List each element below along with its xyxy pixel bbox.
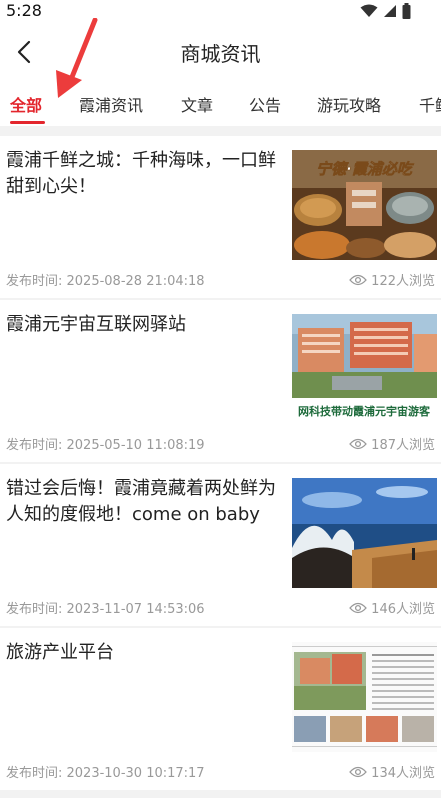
view-count: 187人浏览 [349,434,435,453]
publish-time: 发布时间: 2023-11-07 14:53:06 [6,602,205,617]
article-thumbnail [292,478,437,588]
article-thumbnail: 网科技带动霞浦元宇宙游客 [292,314,437,424]
eye-icon [349,438,368,449]
eye-icon [349,274,368,285]
category-tabs: 全部 霞浦资讯 文章 公告 游玩攻略 千鲜 [0,82,441,126]
article-title: 霞浦元宇宙互联网驿站 [6,314,186,335]
tab-all[interactable]: 全部 [10,92,42,116]
view-count: 134人浏览 [349,762,435,781]
article-thumbnail: 宁德·霞浦必吃 [292,150,437,260]
view-count-text: 122人浏览 [371,274,435,289]
wifi-icon [360,4,378,17]
status-icons [360,3,411,19]
tab-travel-guides[interactable]: 游玩攻略 [317,92,381,116]
eye-icon [349,602,368,613]
article-item[interactable]: 旅游产业平台 发布时间: 2023-10-30 10:17:17 134人浏览 [0,628,441,790]
view-count-text: 134人浏览 [371,766,435,781]
article-item[interactable]: 霞浦元宇宙互联网驿站 网科技带动霞浦元宇宙游客 发布时间: 2025-05-10… [0,300,441,462]
article-item[interactable]: 错过会后悔！霞浦竟藏着两处鲜为人知的度假地！come on baby 发布时间:… [0,464,441,626]
publish-time: 发布时间: 2023-10-30 10:17:17 [6,766,205,781]
battery-icon [402,3,411,19]
view-count: 146人浏览 [349,598,435,617]
view-count-text: 187人浏览 [371,438,435,453]
publish-time: 发布时间: 2025-08-28 21:04:18 [6,274,205,289]
publish-time: 发布时间: 2025-05-10 11:08:19 [6,438,205,453]
view-count-text: 146人浏览 [371,602,435,617]
app-bar: 商城资讯 [0,22,441,82]
signal-icon [384,5,396,17]
tab-qianxian[interactable]: 千鲜 [419,92,441,116]
status-bar: 5:28 [0,0,441,22]
article-title: 旅游产业平台 [6,642,114,663]
thumbnail-caption: 网科技带动霞浦元宇宙游客 [298,404,431,418]
status-time: 5:28 [6,1,42,20]
thumbnail-caption: 宁德·霞浦必吃 [316,160,415,178]
tab-announcements[interactable]: 公告 [249,92,281,116]
page-title: 商城资讯 [180,42,261,66]
tab-xiapu-news[interactable]: 霞浦资讯 [79,92,143,116]
article-item[interactable]: 霞浦千鲜之城：千种海味，一口鲜甜到心尖！ 宁德·霞浦必吃 发布时间: 2025-… [0,136,441,298]
article-title: 错过会后悔！霞浦竟藏着两处鲜为人知的度假地！come on baby [6,478,276,525]
view-count: 122人浏览 [349,270,435,289]
article-thumbnail [292,642,437,752]
tab-articles[interactable]: 文章 [181,92,213,116]
article-title: 霞浦千鲜之城：千种海味，一口鲜甜到心尖！ [6,150,276,197]
eye-icon [349,766,368,777]
active-tab-indicator [10,121,45,124]
